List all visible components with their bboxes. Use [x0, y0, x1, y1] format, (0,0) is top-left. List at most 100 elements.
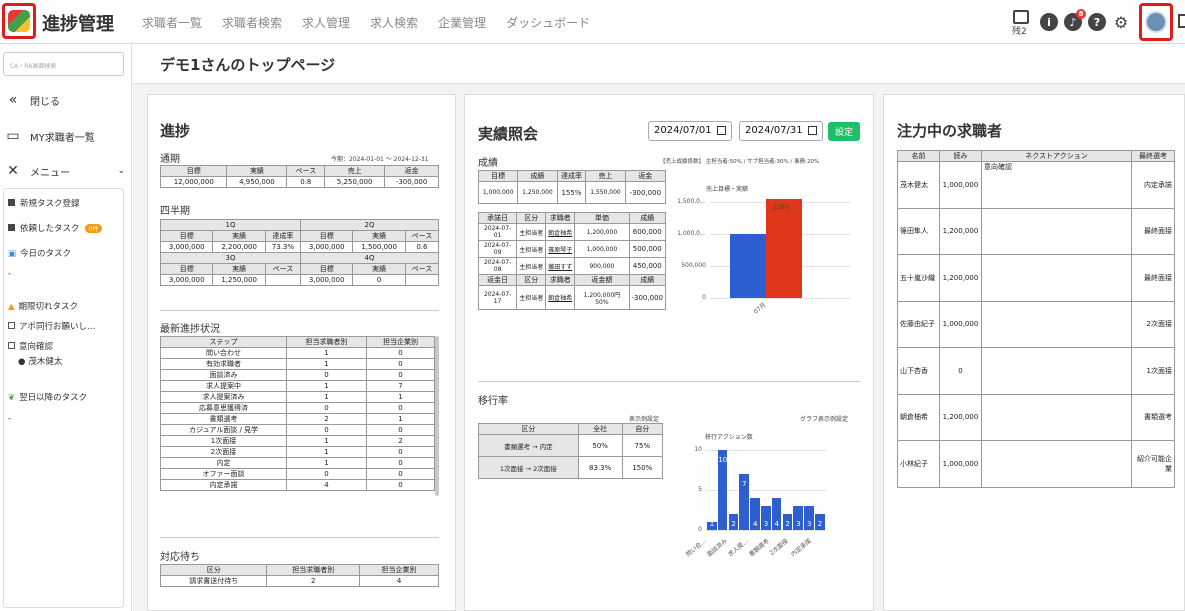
table-row: 書類選考 2 1: [160, 413, 435, 425]
focus-row[interactable]: 山下杏香 0 1次面接: [897, 347, 1175, 395]
y-tick-label: 5: [698, 486, 702, 493]
tools-icon: ✕: [7, 163, 19, 179]
y-tick-label: 1,500,0…: [677, 198, 706, 205]
detail-table: 承諾日 区分 求職者 単価 成績 2024-07-01 主担当者 朝倉柚希 1,200,000…: [477, 212, 666, 310]
user-avatar-button[interactable]: [1139, 3, 1173, 41]
task-panel: 新規タスク登録 依頼したタスク 0件 ▣ 今日のタスク - ▲ 期限切れタスク アポ同…: [3, 188, 124, 608]
focus-row[interactable]: 朝倉柚希 1,200,000 書類選考: [897, 393, 1175, 441]
table-row: カジュアル面談 / 見学 0 0: [160, 424, 435, 436]
display-setting-link[interactable]: 表示例設定: [629, 414, 659, 423]
focus-title: 注力中の求職者: [897, 122, 1003, 140]
sidebar: CA・RA画面検索 « 閉じる ▭ MY求職者一覧 ✕ メニュー ⌄ 新規タスク登録 依…: [0, 44, 132, 611]
gear-icon[interactable]: ⚙: [1112, 13, 1130, 32]
divider: [478, 381, 860, 382]
avatar: [1145, 11, 1167, 33]
focus-row[interactable]: 小林紀子 1,000,000 紹介可能企業: [897, 440, 1175, 488]
table-row: オファー面談 0 0: [160, 468, 435, 480]
expired-task-label: ▲ 期限切れタスク: [8, 302, 79, 312]
quarter-table: 1Q 2Q 目標 実績 達成率 目標 実績 ペース 3,000,000 2,200,000 73…: [159, 219, 440, 286]
sidebar-item-label: MY求職者一覧: [30, 132, 95, 144]
nav-seeker-search[interactable]: 求職者検索: [222, 14, 282, 31]
double-chevron-left-icon: «: [8, 92, 18, 108]
sales-chart-title: 売上目標・実績: [706, 186, 749, 193]
info-icon[interactable]: i: [1040, 13, 1058, 31]
search-input[interactable]: CA・RA画面検索: [3, 52, 124, 76]
app-logo[interactable]: [2, 3, 36, 39]
sidebar-item-my-seekers[interactable]: ▭ MY求職者一覧: [0, 128, 95, 144]
seeker-link[interactable]: 篠原琴子: [545, 240, 576, 258]
top-bar: 進捗管理 求職者一覧 求職者検索 求人管理 求人検索 企業管理 ダッシュボード …: [0, 0, 1185, 44]
help-icon[interactable]: ?: [1088, 13, 1106, 31]
table-row: 求人提案中 1 7: [160, 380, 435, 392]
sidebar-item-menu[interactable]: ✕ メニュー ⌄: [0, 163, 125, 179]
sprout-icon: ❦: [8, 393, 16, 403]
table-row: 求人提案済み 1 1: [160, 391, 435, 403]
expired-task-2[interactable]: 意向確認: [8, 340, 53, 352]
sales-bar[interactable]: [730, 234, 766, 298]
table-row: 有効求職者 1 0: [160, 358, 435, 370]
scrollbar[interactable]: [435, 336, 439, 496]
calendar-icon: [808, 126, 817, 135]
sales-annotation: 155%: [773, 204, 791, 211]
graph-setting-link[interactable]: グラフ表示例設定: [800, 414, 848, 423]
requested-task-link[interactable]: 依頼したタスク 0件: [8, 222, 103, 234]
warning-icon: ▲: [8, 302, 15, 312]
set-button[interactable]: 設定: [828, 122, 860, 141]
seeker-link[interactable]: 朝倉柚希: [545, 223, 576, 241]
logout-icon[interactable]: [1178, 14, 1185, 28]
sidebar-item-label: メニュー: [30, 167, 70, 179]
period-label: 通期: [160, 154, 180, 165]
focus-row[interactable]: 佐藤由紀子 1,000,000 2次面接: [897, 300, 1175, 348]
focus-row[interactable]: 茂木健太 1,000,000 意向確認 内定承諾: [897, 161, 1175, 209]
sidebar-close[interactable]: « 閉じる: [0, 92, 60, 108]
focus-row[interactable]: 篠田隼人 1,200,000 最終面接: [897, 207, 1175, 255]
table-row: 1次面接 1 2: [160, 435, 435, 447]
y-tick-label: 1,000,0…: [677, 230, 706, 237]
requested-badge: 0件: [84, 224, 103, 233]
main-nav: 求職者一覧 求職者検索 求人管理 求人検索 企業管理 ダッシュボード: [142, 14, 610, 31]
checkbox[interactable]: [8, 342, 15, 349]
layout-icon[interactable]: [1013, 10, 1029, 24]
table-row: 2次面接 1 0: [160, 446, 435, 458]
seeker-link[interactable]: 朝倉柚希: [545, 285, 576, 310]
nav-job-manage[interactable]: 求人管理: [302, 14, 350, 31]
latest-scroll[interactable]: ステップ 担当求職者別 担当企業別 問い合わせ 1 0 有効求職者 1 0 面談済み 0 0 求人提案…: [160, 336, 435, 525]
table-row: 問い合わせ 1 0: [160, 347, 435, 359]
date-from-input[interactable]: 2024/07/01: [648, 121, 732, 141]
expired-task-1[interactable]: アポ同行お願いし…: [8, 320, 96, 332]
new-task-link[interactable]: 新規タスク登録: [8, 197, 80, 209]
bar-data-label: 1: [709, 520, 715, 528]
bell-icon[interactable]: ♪ 8: [1064, 9, 1086, 31]
expired-task-person[interactable]: ● 茂木健太: [18, 355, 62, 367]
transition-table: 区分 全社 自分 書類選考 → 内定 50% 75% 1次面接 → 2次面接 83.3% 1…: [478, 423, 664, 479]
app-title: 進捗管理: [42, 14, 114, 35]
nav-dashboard[interactable]: ダッシュボード: [506, 14, 590, 31]
bar-data-label: 4: [752, 520, 758, 528]
divider: [160, 310, 439, 311]
monitor-icon: ▭: [6, 128, 20, 144]
nav-job-search[interactable]: 求人検索: [370, 14, 418, 31]
annual-table: 目標 実績 ペース 売上 返金 12,000,000 4,950,000 0.8 5,250,…: [159, 165, 439, 188]
sales-bar[interactable]: [766, 198, 802, 298]
focus-row[interactable]: 五十嵐沙織 1,200,000 最終面接: [897, 254, 1175, 302]
next-task-value: -: [8, 414, 12, 424]
checkbox[interactable]: [8, 322, 15, 329]
today-task-value: -: [8, 269, 12, 279]
bar-data-label: 2: [731, 520, 736, 528]
y-tick-label: 500,000: [681, 262, 706, 269]
plus-icon: [8, 199, 15, 206]
list-icon: [8, 224, 15, 231]
seeker-link[interactable]: 藤田すず: [545, 257, 576, 275]
nav-seeker-list[interactable]: 求職者一覧: [142, 14, 202, 31]
gridline: [710, 298, 850, 299]
divider: [160, 537, 439, 538]
page-title: デモ1さんのトップページ: [160, 56, 336, 74]
date-to-input[interactable]: 2024/07/31: [739, 121, 823, 141]
table-row: 面談済み 0 0: [160, 369, 435, 381]
transition-label: 移行率: [478, 396, 508, 407]
bar-data-label: 2: [817, 520, 823, 528]
results-title: 実績照会: [478, 125, 539, 143]
bar-data-label: 3: [763, 520, 769, 528]
today-task-label[interactable]: ▣ 今日のタスク: [8, 247, 71, 259]
nav-company-manage[interactable]: 企業管理: [438, 14, 486, 31]
